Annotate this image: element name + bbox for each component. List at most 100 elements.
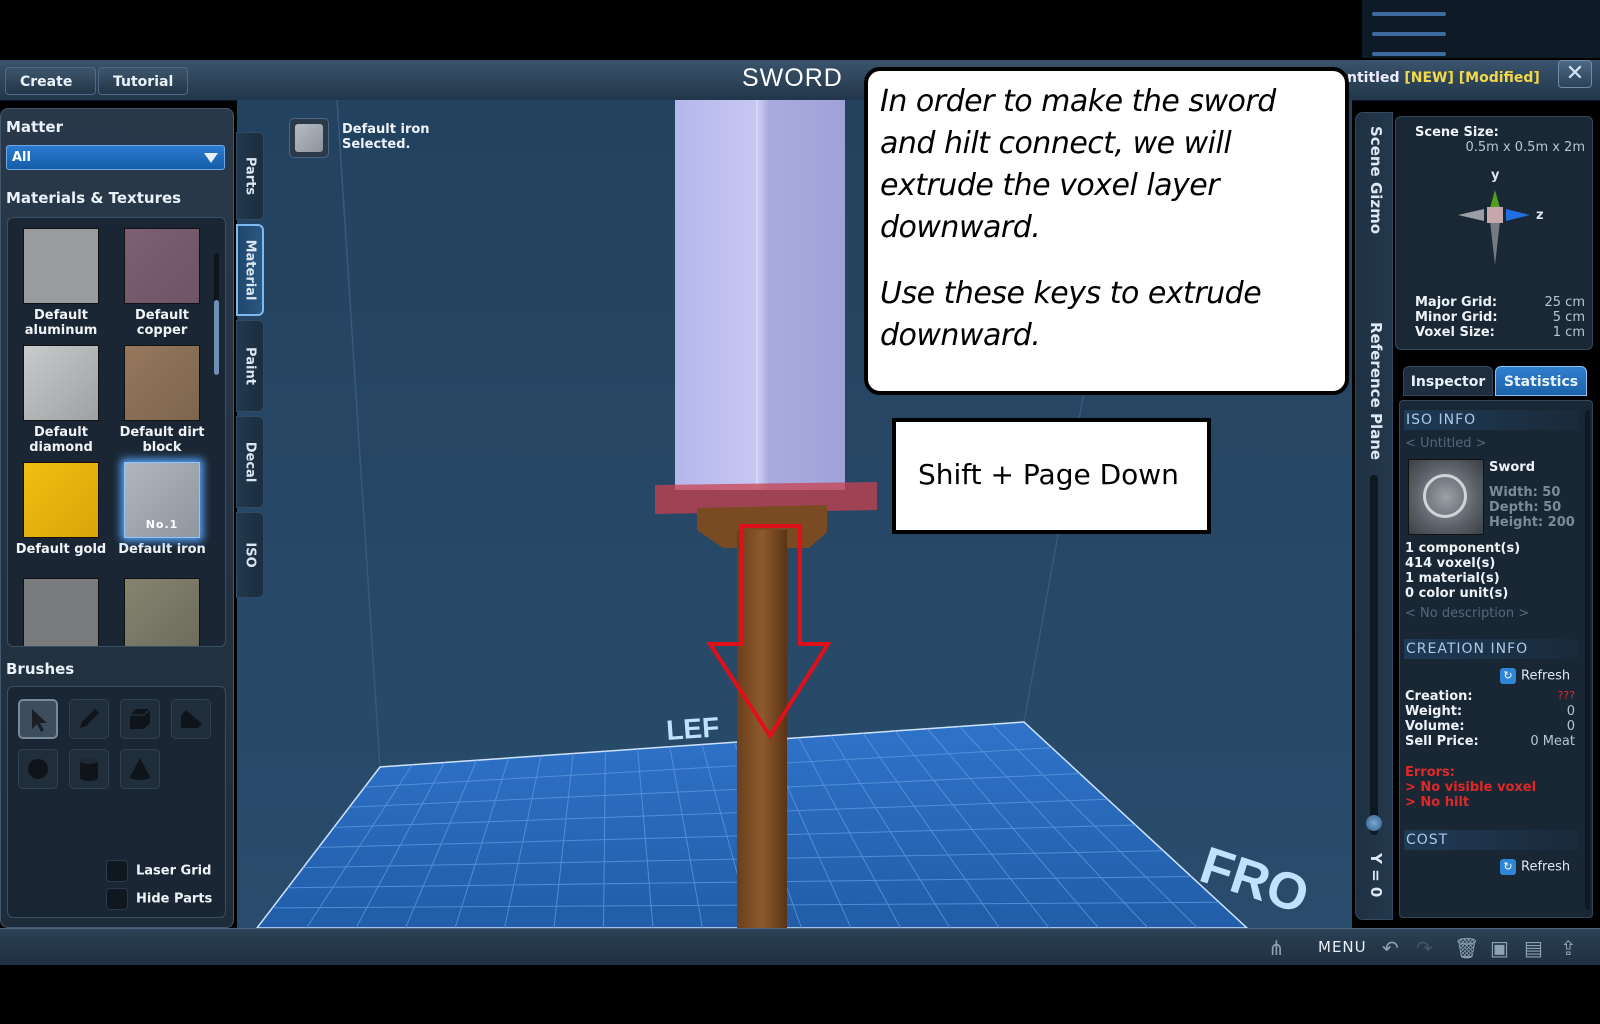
- tab-material[interactable]: Material: [236, 224, 264, 316]
- refresh-icon: ↻: [1500, 859, 1516, 875]
- tab-inspector[interactable]: Inspector: [1403, 366, 1493, 396]
- cost-refresh-button[interactable]: ↻ Refresh: [1500, 859, 1570, 875]
- material-copper[interactable]: Default copper: [112, 228, 212, 338]
- cone-icon: [130, 758, 150, 780]
- material-label-line: Default: [34, 308, 88, 323]
- materials-scrollbar-thumb[interactable]: [214, 300, 219, 375]
- tab-statistics[interactable]: Statistics: [1495, 366, 1587, 396]
- neg-z-axis-cone: [1458, 209, 1484, 221]
- save-as-icon[interactable]: ▤: [1524, 936, 1543, 960]
- material-label-line: aluminum: [24, 323, 98, 338]
- cube-icon: [130, 708, 151, 729]
- material-iron[interactable]: No.1 Default iron: [112, 462, 212, 557]
- mirror-icon[interactable]: ⋔: [1268, 936, 1285, 960]
- tab-iso[interactable]: ISO: [236, 512, 264, 598]
- material-swatch: [124, 345, 200, 421]
- status-line-1: Default iron: [342, 122, 430, 137]
- volume-value: 0: [1566, 719, 1575, 734]
- creation-value: ???: [1557, 689, 1575, 702]
- iso-name: < Untitled >: [1405, 436, 1487, 451]
- document-name: ntitled: [1347, 70, 1400, 86]
- sell-price-label: Sell Price:: [1405, 734, 1479, 749]
- reference-plane-slider-thumb[interactable]: [1366, 815, 1382, 831]
- y-axis-cone: [1490, 190, 1500, 208]
- material-dirt-block[interactable]: Default dirt block: [112, 345, 212, 455]
- close-button[interactable]: ✕: [1558, 60, 1592, 88]
- export-icon[interactable]: ⇪: [1560, 936, 1577, 960]
- weight-value: 0: [1566, 704, 1575, 719]
- tab-label: Parts: [242, 156, 258, 196]
- cylinder-brush[interactable]: [69, 749, 109, 789]
- material-swatch: [23, 228, 99, 304]
- matter-dropdown[interactable]: All: [6, 145, 225, 170]
- laser-grid-toggle[interactable]: Laser Grid: [106, 860, 211, 882]
- redo-icon[interactable]: ↷: [1416, 936, 1433, 960]
- tab-parts[interactable]: Parts: [236, 132, 264, 220]
- material-rock[interactable]: [112, 578, 212, 646]
- tab-label: Paint: [242, 347, 258, 385]
- brushes-panel: [7, 686, 226, 918]
- keys-hint: Shift + Page Down: [892, 418, 1211, 534]
- menu-button[interactable]: MENU: [1318, 938, 1367, 956]
- reference-plane-slider[interactable]: [1370, 475, 1378, 835]
- save-icon[interactable]: ▣: [1490, 936, 1509, 960]
- hide-parts-label: Hide Parts: [136, 891, 213, 907]
- statistics-scrollbar[interactable]: [1585, 410, 1590, 910]
- material-swatch: [23, 462, 99, 538]
- refresh-label: Refresh: [1521, 668, 1571, 684]
- left-axis-label: LEF: [665, 711, 720, 746]
- material-label: Default copper: [112, 308, 212, 338]
- materials-grid: Default aluminum Default copper Default dia…: [7, 217, 226, 647]
- create-button[interactable]: Create: [5, 67, 96, 95]
- mini-bar: [1372, 52, 1446, 56]
- sword-hilt: [737, 530, 787, 928]
- material-count: 1 material(s): [1405, 571, 1500, 586]
- hide-parts-toggle[interactable]: Hide Parts: [106, 888, 212, 910]
- material-label-line: Default: [34, 425, 88, 440]
- material-swatch: [124, 228, 200, 304]
- brushes-title: Brushes: [6, 660, 75, 678]
- material-aluminum[interactable]: Default aluminum: [11, 228, 111, 338]
- cone-brush[interactable]: [120, 749, 160, 789]
- tutorial-callout: In order to make the sword and hilt conn…: [864, 67, 1349, 395]
- major-grid-value: 25 cm: [1544, 295, 1586, 310]
- wedge-icon: [181, 710, 202, 728]
- material-label-line: copper: [136, 323, 188, 338]
- box-brush[interactable]: [120, 699, 160, 739]
- close-icon: ✕: [1565, 61, 1585, 86]
- tab-label: ISO: [242, 542, 258, 568]
- undo-icon[interactable]: ↶: [1382, 936, 1399, 960]
- iso-emblem-icon: [1423, 474, 1467, 518]
- selected-material-thumb: [289, 118, 329, 158]
- material-label-line: block: [142, 440, 182, 455]
- creation-info-header: CREATION INFO: [1404, 639, 1579, 659]
- checkbox[interactable]: [106, 888, 128, 910]
- material-label: Default diamond: [11, 425, 111, 455]
- errors-list: Errors: > No visible voxel > No hilt: [1405, 765, 1536, 810]
- pencil-brush[interactable]: [69, 699, 109, 739]
- material-gold[interactable]: Default gold: [11, 462, 111, 557]
- reference-plane-label: Reference Plane: [1367, 322, 1385, 461]
- tab-paint[interactable]: Paint: [236, 320, 264, 412]
- iso-depth: Depth: 50: [1489, 500, 1562, 515]
- pencil-icon: [80, 709, 99, 728]
- refresh-button[interactable]: ↻ Refresh: [1500, 668, 1570, 684]
- scene-size-value: 0.5m x 0.5m x 2m: [1465, 140, 1585, 155]
- slope-brush[interactable]: [171, 699, 211, 739]
- material-swatch: [23, 578, 99, 646]
- tab-decal[interactable]: Decal: [236, 416, 264, 508]
- document-title: ntitled [NEW] [Modified]: [1347, 70, 1540, 86]
- voxel-size-value: 1 cm: [1552, 325, 1585, 340]
- delete-icon[interactable]: 🗑: [1454, 936, 1479, 960]
- axis-gizmo[interactable]: y z: [1450, 165, 1550, 265]
- material-diamond[interactable]: Default diamond: [11, 345, 111, 455]
- material-stone[interactable]: [11, 578, 111, 646]
- sphere-brush[interactable]: [18, 749, 58, 789]
- y-axis-label: y: [1491, 168, 1500, 183]
- material-label: Default iron: [118, 542, 206, 557]
- checkbox[interactable]: [106, 860, 128, 882]
- iron-swatch: [295, 124, 323, 152]
- tutorial-button[interactable]: Tutorial: [98, 67, 188, 95]
- select-brush[interactable]: [18, 699, 58, 739]
- minor-grid-label: Minor Grid:: [1415, 310, 1498, 325]
